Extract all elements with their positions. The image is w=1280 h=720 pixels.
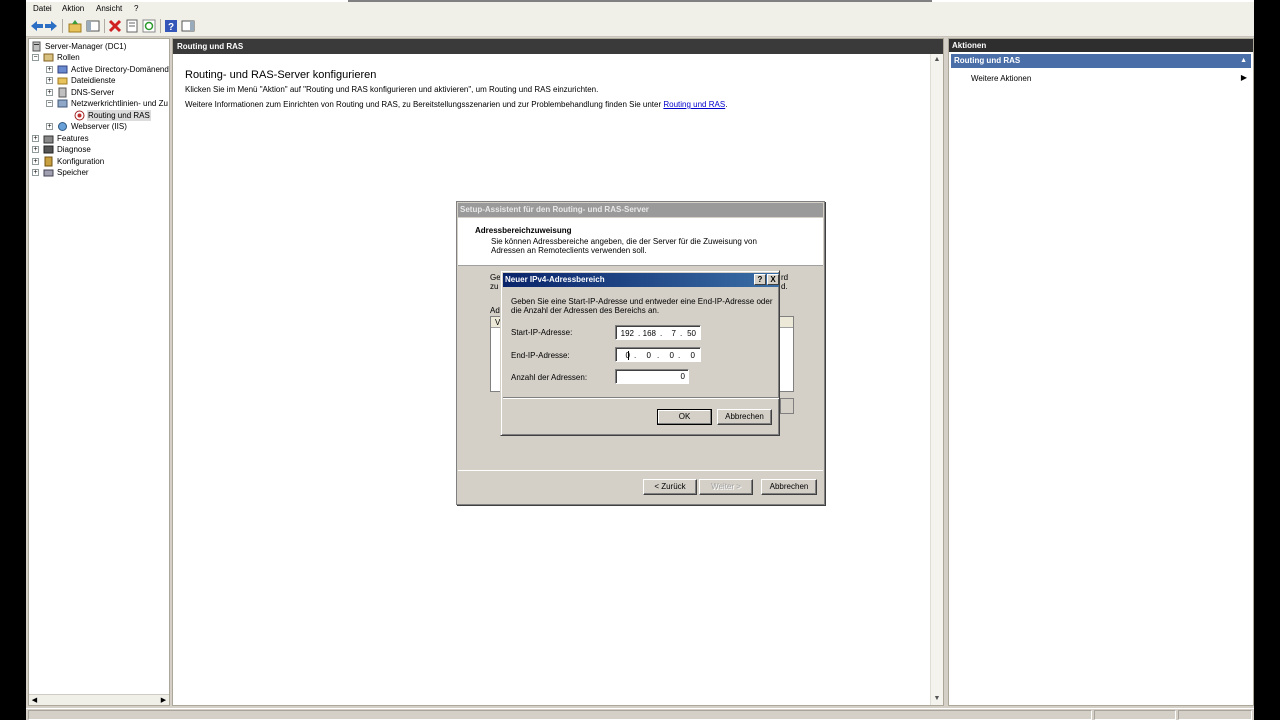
wizard-text-fragment: d. — [781, 282, 788, 291]
wizard-text-fragment: rd — [781, 273, 789, 282]
back-button[interactable]: < Zurück — [643, 479, 697, 495]
ip-octet[interactable]: 0 — [679, 351, 695, 360]
ip-octet[interactable]: 50 — [680, 329, 696, 338]
expand-icon[interactable]: + — [32, 135, 39, 142]
next-button[interactable]: Weiter > — [699, 479, 753, 495]
routing-und-ras-help-link[interactable]: Routing und RAS — [663, 100, 725, 109]
close-button[interactable]: X — [767, 274, 779, 285]
actions-header: Aktionen — [949, 39, 1253, 52]
collapse-up-icon[interactable]: ▲ — [1240, 54, 1247, 68]
end-ip-label: End-IP-Adresse: — [511, 351, 570, 360]
file-services-icon — [57, 75, 68, 86]
center-vertical-scrollbar[interactable]: ▲ ▼ — [930, 54, 943, 705]
expand-icon[interactable]: + — [32, 146, 39, 153]
collapse-icon[interactable]: − — [46, 100, 53, 107]
ok-button[interactable]: OK — [657, 409, 712, 425]
wizard-text-fragment: zu — [490, 282, 499, 291]
address-count-label: Anzahl der Adressen: — [511, 373, 588, 382]
toolbar: ? — [26, 16, 1254, 37]
submenu-arrow-icon: ▶ — [1240, 73, 1247, 82]
text-cursor — [628, 351, 629, 360]
svg-text:?: ? — [168, 22, 174, 33]
webserver-icon — [57, 121, 68, 132]
wizard-subtitle: Sie können Adressbereiche angeben, die d… — [491, 237, 757, 246]
dns-icon — [57, 87, 68, 98]
up-folder-icon[interactable] — [68, 19, 82, 33]
wizard-header-panel: Adressbereichzuweisung Sie können Adress… — [458, 218, 823, 266]
configuration-icon — [43, 156, 54, 167]
expand-icon[interactable]: + — [46, 77, 53, 84]
actions-section-routing[interactable]: Routing und RAS ▲ — [951, 54, 1251, 68]
server-icon — [31, 41, 42, 52]
ip-octet[interactable]: 0 — [635, 351, 651, 360]
address-count-field[interactable]: 0 — [615, 369, 689, 384]
wizard-cancel-button[interactable]: Abbrechen — [761, 479, 817, 495]
wizard-partially-hidden-button[interactable] — [780, 398, 794, 414]
wizard-title-bar: Setup-Assistent für den Routing- und RAS… — [458, 203, 823, 217]
dialog-description: Geben Sie eine Start-IP-Adresse und entw… — [511, 297, 773, 306]
ip-octet[interactable]: 192 — [618, 329, 634, 338]
menu-ansicht[interactable]: Ansicht — [96, 4, 122, 13]
refresh-icon[interactable] — [142, 19, 156, 33]
dialog-separator — [503, 397, 779, 399]
menu-aktion[interactable]: Aktion — [62, 4, 84, 13]
ipv4-range-dialog: Neuer IPv4-Adressbereich ? X Geben Sie e… — [500, 270, 780, 436]
menu-bar: Datei Aktion Ansicht ? — [26, 2, 1254, 16]
collapse-icon[interactable]: − — [32, 54, 39, 61]
network-policy-icon — [57, 98, 68, 109]
active-directory-icon — [57, 64, 68, 75]
scroll-up-icon[interactable]: ▲ — [931, 54, 943, 66]
forward-icon[interactable] — [44, 19, 58, 33]
tree-horizontal-scrollbar[interactable]: ◀ ▶ — [29, 694, 169, 705]
ip-octet[interactable]: 7 — [660, 329, 676, 338]
menu-datei[interactable]: Datei — [33, 4, 52, 13]
scroll-right-icon[interactable]: ▶ — [158, 695, 169, 706]
more-info-text: Weitere Informationen zum Einrichten von… — [185, 100, 728, 109]
scroll-down-icon[interactable]: ▼ — [931, 693, 943, 705]
expand-icon[interactable]: + — [46, 123, 53, 130]
ip-octet[interactable]: 0 — [658, 351, 674, 360]
expand-icon[interactable]: + — [46, 66, 53, 73]
status-bar — [26, 708, 1254, 720]
menu-help[interactable]: ? — [134, 4, 138, 13]
diagnose-icon — [43, 144, 54, 155]
wizard-heading: Adressbereichzuweisung — [475, 226, 572, 235]
start-ip-label: Start-IP-Adresse: — [511, 328, 573, 337]
delete-icon[interactable] — [108, 19, 122, 33]
center-pane-header: Routing und RAS — [173, 39, 943, 54]
features-icon — [43, 133, 54, 144]
show-hide-action-pane-icon[interactable] — [181, 19, 195, 33]
scroll-left-icon[interactable]: ◀ — [29, 695, 40, 706]
ip-octet[interactable]: 168 — [640, 329, 656, 338]
more-actions-item[interactable]: Weitere Aktionen — [971, 74, 1031, 83]
expand-icon[interactable]: + — [32, 158, 39, 165]
wizard-list-label: Ad — [490, 306, 500, 315]
wizard-separator — [458, 470, 823, 471]
help-icon[interactable]: ? — [164, 19, 178, 33]
expand-icon[interactable]: + — [46, 89, 53, 96]
page-title: Routing- und RAS-Server konfigurieren — [185, 69, 377, 81]
storage-icon — [43, 167, 54, 178]
dialog-description-2: die Anzahl der Adressen des Bereichs an. — [511, 306, 660, 315]
properties-icon[interactable] — [125, 19, 139, 33]
routing-icon — [74, 110, 85, 121]
expand-icon[interactable]: + — [32, 169, 39, 176]
actions-pane: Aktionen Routing und RAS ▲ Weitere Aktion… — [948, 38, 1254, 706]
help-title-button[interactable]: ? — [754, 274, 766, 285]
start-ip-field[interactable]: 192 . 168 . 7 . 50 — [615, 325, 701, 340]
console-tree: Server-Manager (DC1) − Rollen + Active D… — [28, 38, 170, 706]
back-icon[interactable] — [30, 19, 44, 33]
dialog-title-bar: Neuer IPv4-Adressbereich ? X — [503, 273, 779, 287]
roles-icon — [43, 52, 54, 63]
cancel-button[interactable]: Abbrechen — [717, 409, 772, 425]
wizard-subtitle-2: Adressen an Remoteclients verwenden soll… — [491, 246, 647, 255]
info-text: Klicken Sie im Menü "Aktion" auf "Routin… — [185, 85, 599, 94]
show-hide-tree-icon[interactable] — [86, 19, 100, 33]
